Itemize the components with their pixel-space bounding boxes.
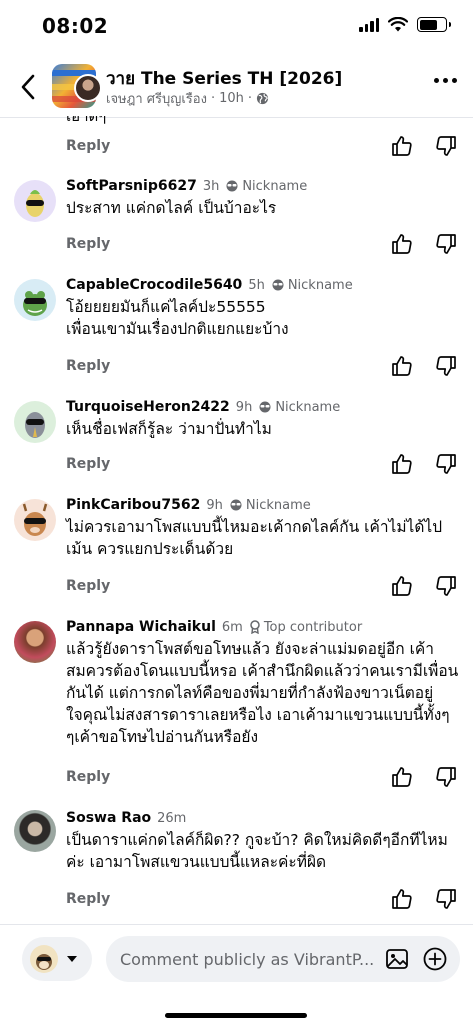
reply-button[interactable]: Reply <box>66 891 110 907</box>
comment-time: 6m <box>221 619 243 635</box>
reply-button[interactable]: Reply <box>66 578 110 594</box>
nickname-badge: Nickname <box>258 400 340 415</box>
clipped-comment-text: เอาดีๆ <box>66 116 126 124</box>
comment-body: เป็นดาราแค่กดไลค์ก็ผิด?? กูจะบ้า? คิดใหม… <box>66 831 448 871</box>
nickname-badge: Nickname <box>229 498 311 513</box>
sunglasses-icon <box>230 499 242 511</box>
caret-down-icon <box>67 956 77 962</box>
chevron-left-icon <box>21 74 35 100</box>
top-contributor-badge: Top contributor <box>249 620 362 635</box>
my-avatar <box>30 945 58 973</box>
nickname-badge: Nickname <box>271 278 353 293</box>
comment-header: CapableCrocodile5640 5h Nickname <box>66 277 353 293</box>
commenter-name[interactable]: Pannapa Wichaikul <box>66 619 216 635</box>
thumbs-down-icon[interactable] <box>434 887 458 911</box>
comment-body: ไม่ควรเอามาโพสแบบนี้ไหมอะเค้ากดไลค์กัน เ… <box>66 518 443 558</box>
comment-time: 9h <box>206 497 223 513</box>
comment-header: SoftParsnip6627 3h Nickname <box>66 178 307 194</box>
back-button[interactable] <box>14 70 42 104</box>
commenter-avatar[interactable] <box>14 401 56 443</box>
comment-input[interactable] <box>120 936 380 982</box>
commenter-name[interactable]: TurquoiseHeron2422 <box>66 399 230 415</box>
thumbs-up-icon[interactable] <box>390 134 414 158</box>
status-icons <box>359 17 451 32</box>
meta-separator: · <box>210 91 216 106</box>
identity-switcher[interactable] <box>22 937 92 981</box>
home-indicator <box>165 1013 307 1018</box>
commenter-name[interactable]: PinkCaribou7562 <box>66 497 200 513</box>
comment-actions: Reply <box>0 352 473 382</box>
comment-header: Pannapa Wichaikul 6m Top contributor <box>66 619 362 635</box>
status-time: 08:02 <box>42 14 109 38</box>
medal-icon <box>250 620 260 634</box>
sunglasses-icon <box>226 180 238 192</box>
comment-header: Soswa Rao 26m <box>66 810 186 826</box>
thumbs-down-icon[interactable] <box>434 134 458 158</box>
reply-button[interactable]: Reply <box>66 138 110 154</box>
commenter-avatar[interactable] <box>14 180 56 222</box>
author-avatar[interactable] <box>74 74 102 102</box>
comment-actions: Reply <box>0 132 473 162</box>
comment-time: 3h <box>202 178 220 194</box>
comment-header: PinkCaribou7562 9h Nickname <box>66 497 311 513</box>
thumbs-up-icon[interactable] <box>390 765 414 789</box>
comment-body: โอ้ยยยยมันก็แค่ไลค์ปะ55555 เพื่อนเขามันเ… <box>66 298 289 338</box>
thumbs-up-icon[interactable] <box>390 574 414 598</box>
commenter-avatar[interactable] <box>14 621 56 663</box>
thumbs-down-icon[interactable] <box>434 354 458 378</box>
commenter-name[interactable]: SoftParsnip6627 <box>66 178 197 194</box>
commenter-name[interactable]: Soswa Rao <box>66 810 151 826</box>
wifi-icon <box>388 17 408 32</box>
thumbs-up-icon[interactable] <box>390 354 414 378</box>
commenter-avatar[interactable] <box>14 499 56 541</box>
meta-separator: · <box>247 91 252 106</box>
battery-icon <box>417 17 451 32</box>
post-age: 10h <box>219 91 244 106</box>
commenter-name[interactable]: CapableCrocodile5640 <box>66 277 242 293</box>
comment-input-container <box>106 936 460 982</box>
comment-header: TurquoiseHeron2422 9h Nickname <box>66 399 340 415</box>
post-meta: เจษฎา ศรีบุญเรือง · 10h · <box>106 88 269 109</box>
thumbs-up-icon[interactable] <box>390 452 414 476</box>
thumbs-down-icon[interactable] <box>434 765 458 789</box>
cellular-signal-icon <box>359 17 379 32</box>
comment-actions: Reply <box>0 572 473 602</box>
thumbs-down-icon[interactable] <box>434 574 458 598</box>
status-bar: 08:02 <box>0 0 473 54</box>
comment-time: 9h <box>235 399 253 415</box>
globe-icon <box>256 92 269 105</box>
comment-time: 26m <box>157 810 187 826</box>
post-author[interactable]: เจษฎา ศรีบุญเรือง <box>106 88 207 109</box>
more-options-button[interactable] <box>434 78 457 83</box>
thumbs-up-icon[interactable] <box>390 887 414 911</box>
comment-actions: Reply <box>0 450 473 480</box>
comment-body: เห็นชื่อเฟสก็รู้ละ ว่ามาปั่นทำไม <box>66 420 272 438</box>
comment-actions: Reply <box>0 885 473 915</box>
thumbs-up-icon[interactable] <box>390 232 414 256</box>
comment-actions: Reply <box>0 763 473 793</box>
comment-composer <box>0 924 473 1024</box>
comment-body: ประสาท แค่กดไลค์ เป็นบ้าอะไร <box>66 199 277 217</box>
plus-circle-icon[interactable] <box>422 946 448 972</box>
reply-button[interactable]: Reply <box>66 456 110 472</box>
sunglasses-icon <box>272 279 284 291</box>
post-header: วาย The Series TH [2026] เจษฎา ศรีบุญเรื… <box>0 56 473 118</box>
nickname-badge: Nickname <box>225 179 307 194</box>
commenter-avatar[interactable] <box>14 279 56 321</box>
thumbs-down-icon[interactable] <box>434 452 458 476</box>
thumbs-down-icon[interactable] <box>434 232 458 256</box>
comment-body: แล้วรู้ยังดาราโพสต์ขอโทษแล้ว ยังจะล่าแม่… <box>66 640 459 746</box>
sunglasses-icon <box>259 401 271 413</box>
commenter-avatar[interactable] <box>14 810 56 852</box>
comment-time: 5h <box>248 277 265 293</box>
reply-button[interactable]: Reply <box>66 236 110 252</box>
photo-icon[interactable] <box>384 946 410 972</box>
reply-button[interactable]: Reply <box>66 358 110 374</box>
reply-button[interactable]: Reply <box>66 769 110 785</box>
comment-actions: Reply <box>0 230 473 260</box>
